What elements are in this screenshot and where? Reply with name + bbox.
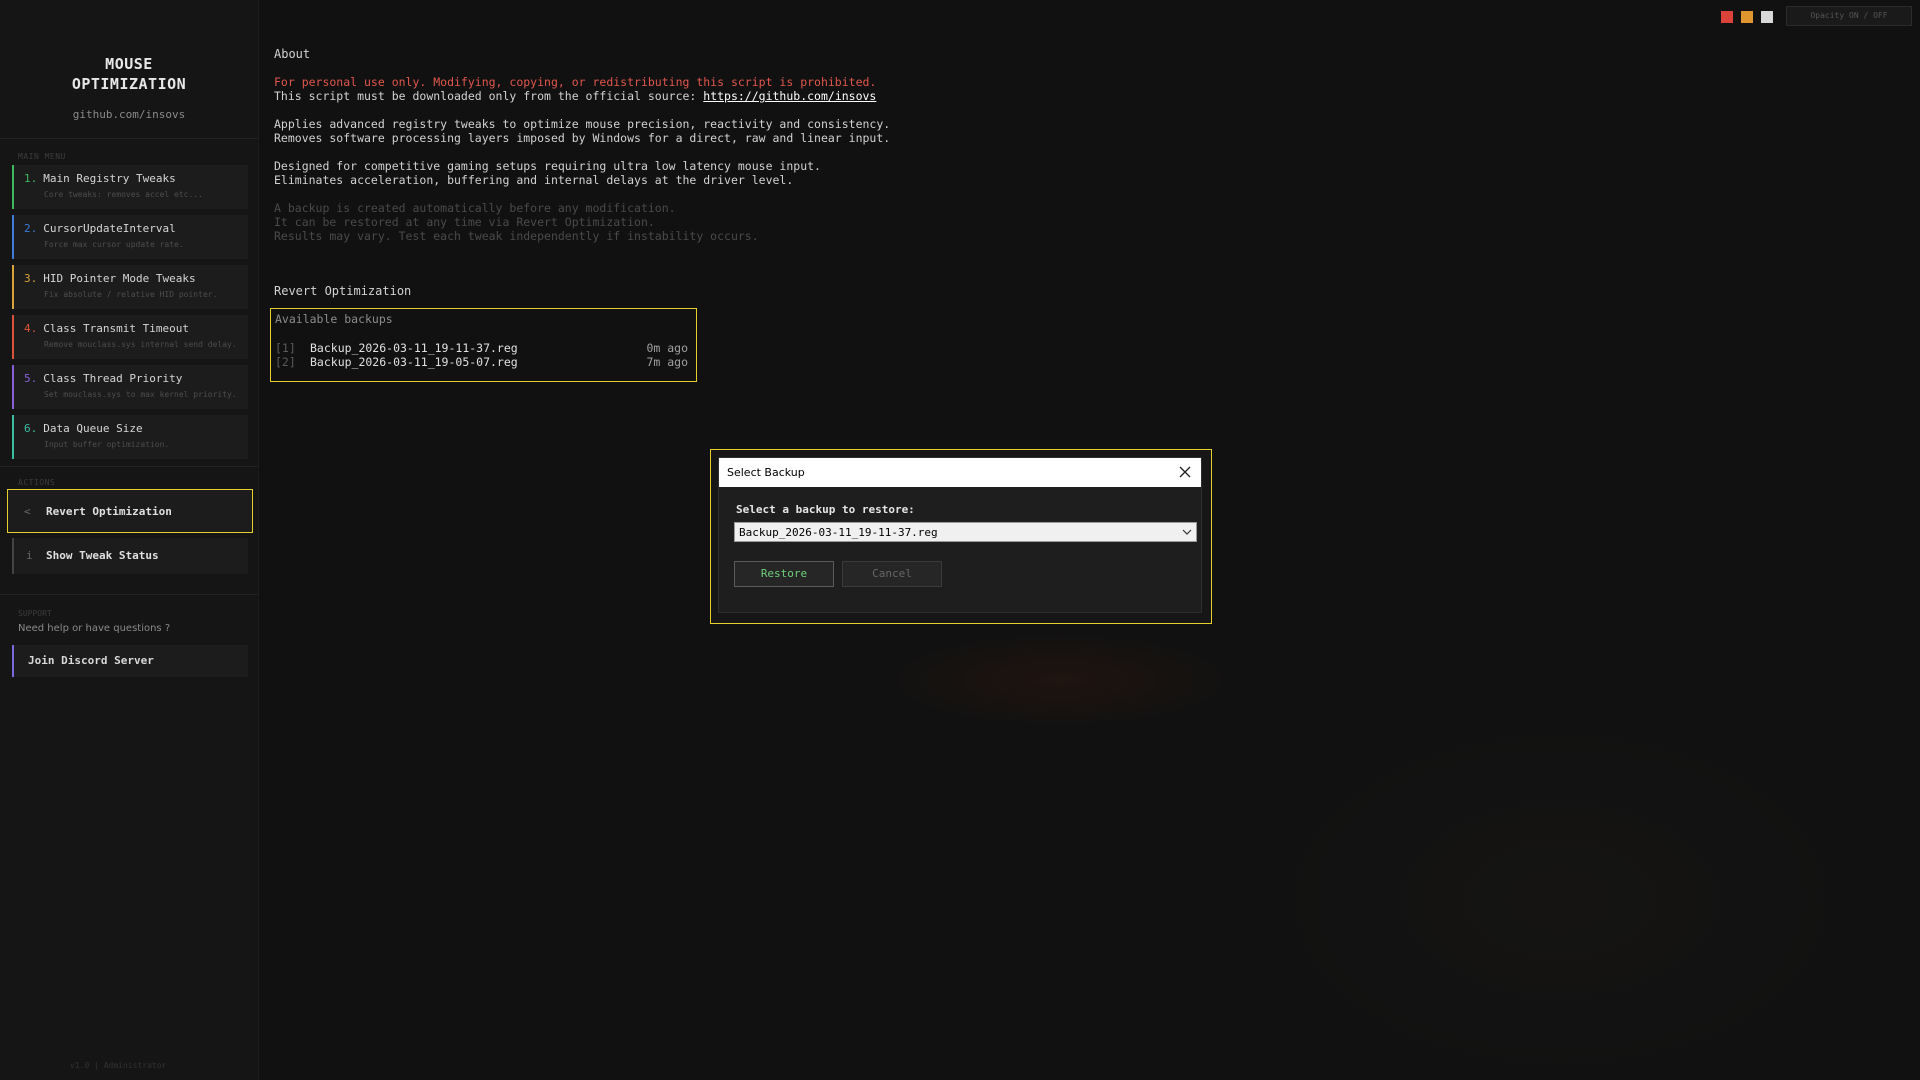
- menu-title: Data Queue Size: [43, 422, 143, 435]
- revert-optimization-button[interactable]: < Revert Optimization: [7, 489, 253, 533]
- divider: [0, 138, 258, 139]
- menu-number: 1.: [24, 172, 38, 185]
- source-line: This script must be downloaded only from…: [274, 89, 877, 103]
- menu-description: Force max cursor update rate.: [44, 240, 184, 249]
- dialog-title: Select Backup: [727, 466, 805, 479]
- section-label-actions: ACTIONS: [18, 478, 56, 487]
- about-heading: About: [274, 47, 311, 61]
- action-label: Show Tweak Status: [46, 549, 159, 562]
- menu-number: 4.: [24, 322, 38, 335]
- description-line: Designed for competitive gaming setups r…: [274, 159, 821, 173]
- backup-row: [2] Backup_2026-03-11_19-05-07.reg 7m ag…: [275, 355, 691, 369]
- minimize-swatch-button[interactable]: [1741, 11, 1753, 23]
- menu-title: Class Thread Priority: [43, 372, 183, 385]
- menu-item-data-queue-size[interactable]: 6. Data Queue Size Input buffer optimizat…: [12, 415, 248, 459]
- footer-status: v1.0 | Administrator: [70, 1061, 167, 1070]
- restore-button[interactable]: Restore: [734, 561, 834, 587]
- app-title: MOUSE OPTIMIZATION: [71, 55, 187, 93]
- menu-description: Input buffer optimization.: [44, 440, 170, 449]
- section-label-main-menu: MAIN MENU: [18, 152, 66, 161]
- sidebar: MOUSE OPTIMIZATION github.com/insovs MAI…: [0, 0, 259, 1080]
- brand: MOUSE OPTIMIZATION github.com/insovs: [0, 54, 258, 121]
- menu-title: HID Pointer Mode Tweaks: [43, 272, 196, 285]
- menu-number: 2.: [24, 222, 38, 235]
- backup-index: [2]: [275, 355, 296, 369]
- revert-heading: Revert Optimization: [274, 284, 412, 298]
- backup-name: Backup_2026-03-11_19-11-37.reg: [310, 341, 518, 355]
- select-backup-dialog: Select Backup Select a backup to restore…: [718, 457, 1202, 613]
- description-line: Eliminates acceleration, buffering and i…: [274, 173, 794, 187]
- dialog-titlebar: Select Backup: [719, 458, 1201, 487]
- menu-title: Class Transmit Timeout: [43, 322, 189, 335]
- opacity-toggle-button[interactable]: Opacity ON / OFF: [1786, 6, 1912, 26]
- description-line: Applies advanced registry tweaks to opti…: [274, 117, 891, 131]
- menu-description: Set mouclass.sys to max kernel priority.: [44, 390, 237, 399]
- note-line: It can be restored at any time via Rever…: [274, 215, 655, 229]
- available-backups-box: Available backups [1] Backup_2026-03-11_…: [270, 308, 697, 382]
- selected-backup-value: Backup_2026-03-11_19-11-37.reg: [739, 526, 938, 539]
- cancel-button[interactable]: Cancel: [842, 561, 942, 587]
- backup-age: 0m ago: [646, 341, 688, 355]
- app-subtitle: github.com/insovs: [72, 108, 186, 121]
- discord-label: Join Discord Server: [28, 654, 154, 667]
- backup-select-dropdown[interactable]: Backup_2026-03-11_19-11-37.reg: [734, 522, 1197, 542]
- menu-number: 3.: [24, 272, 38, 285]
- divider: [0, 594, 258, 595]
- show-tweak-status-button[interactable]: i Show Tweak Status: [12, 538, 248, 574]
- backup-row: [1] Backup_2026-03-11_19-11-37.reg 0m ag…: [275, 341, 691, 355]
- menu-title: Main Registry Tweaks: [43, 172, 176, 185]
- menu-number: 6.: [24, 422, 38, 435]
- github-link[interactable]: https://github.com/insovs: [703, 89, 876, 103]
- menu-title: CursorUpdateInterval: [43, 222, 176, 235]
- note-line: A backup is created automatically before…: [274, 201, 676, 215]
- menu-description: Core tweaks: removes accel etc...: [44, 190, 203, 199]
- backups-box-title: Available backups: [275, 312, 393, 326]
- backup-name: Backup_2026-03-11_19-05-07.reg: [310, 355, 518, 369]
- maximize-swatch-button[interactable]: [1761, 11, 1773, 23]
- menu-item-hid-pointer-mode[interactable]: 3. HID Pointer Mode Tweaks Fix absolute /…: [12, 265, 248, 309]
- dialog-highlight-frame: Select Backup Select a backup to restore…: [710, 449, 1212, 624]
- menu-item-class-thread-priority[interactable]: 5. Class Thread Priority Set mouclass.sys…: [12, 365, 248, 409]
- warning-line: For personal use only. Modifying, copyin…: [274, 75, 877, 89]
- chevron-down-icon: [1182, 529, 1192, 535]
- menu-number: 5.: [24, 372, 38, 385]
- close-icon[interactable]: [1175, 462, 1195, 482]
- menu-item-cursor-update-interval[interactable]: 2. CursorUpdateInterval Force max cursor …: [12, 215, 248, 259]
- backup-age: 7m ago: [646, 355, 688, 369]
- menu-item-class-transmit-timeout[interactable]: 4. Class Transmit Timeout Remove mouclass…: [12, 315, 248, 359]
- menu-description: Fix absolute / relative HID pointer.: [44, 290, 218, 299]
- chevron-left-icon: <: [24, 505, 31, 518]
- action-label: Revert Optimization: [46, 505, 172, 518]
- description-line: Removes software processing layers impos…: [274, 131, 891, 145]
- info-icon: i: [26, 549, 33, 562]
- divider: [0, 466, 258, 467]
- menu-item-main-registry-tweaks[interactable]: 1. Main Registry Tweaks Core tweaks: remo…: [12, 165, 248, 209]
- section-label-support: SUPPORT: [18, 609, 52, 618]
- note-line: Results may vary. Test each tweak indepe…: [274, 229, 759, 243]
- backup-index: [1]: [275, 341, 296, 355]
- support-text: Need help or have questions ?: [18, 623, 171, 634]
- menu-description: Remove mouclass.sys internal send delay.: [44, 340, 237, 349]
- join-discord-button[interactable]: Join Discord Server: [12, 645, 248, 677]
- close-swatch-button[interactable]: [1721, 11, 1733, 23]
- dialog-prompt: Select a backup to restore:: [736, 503, 915, 516]
